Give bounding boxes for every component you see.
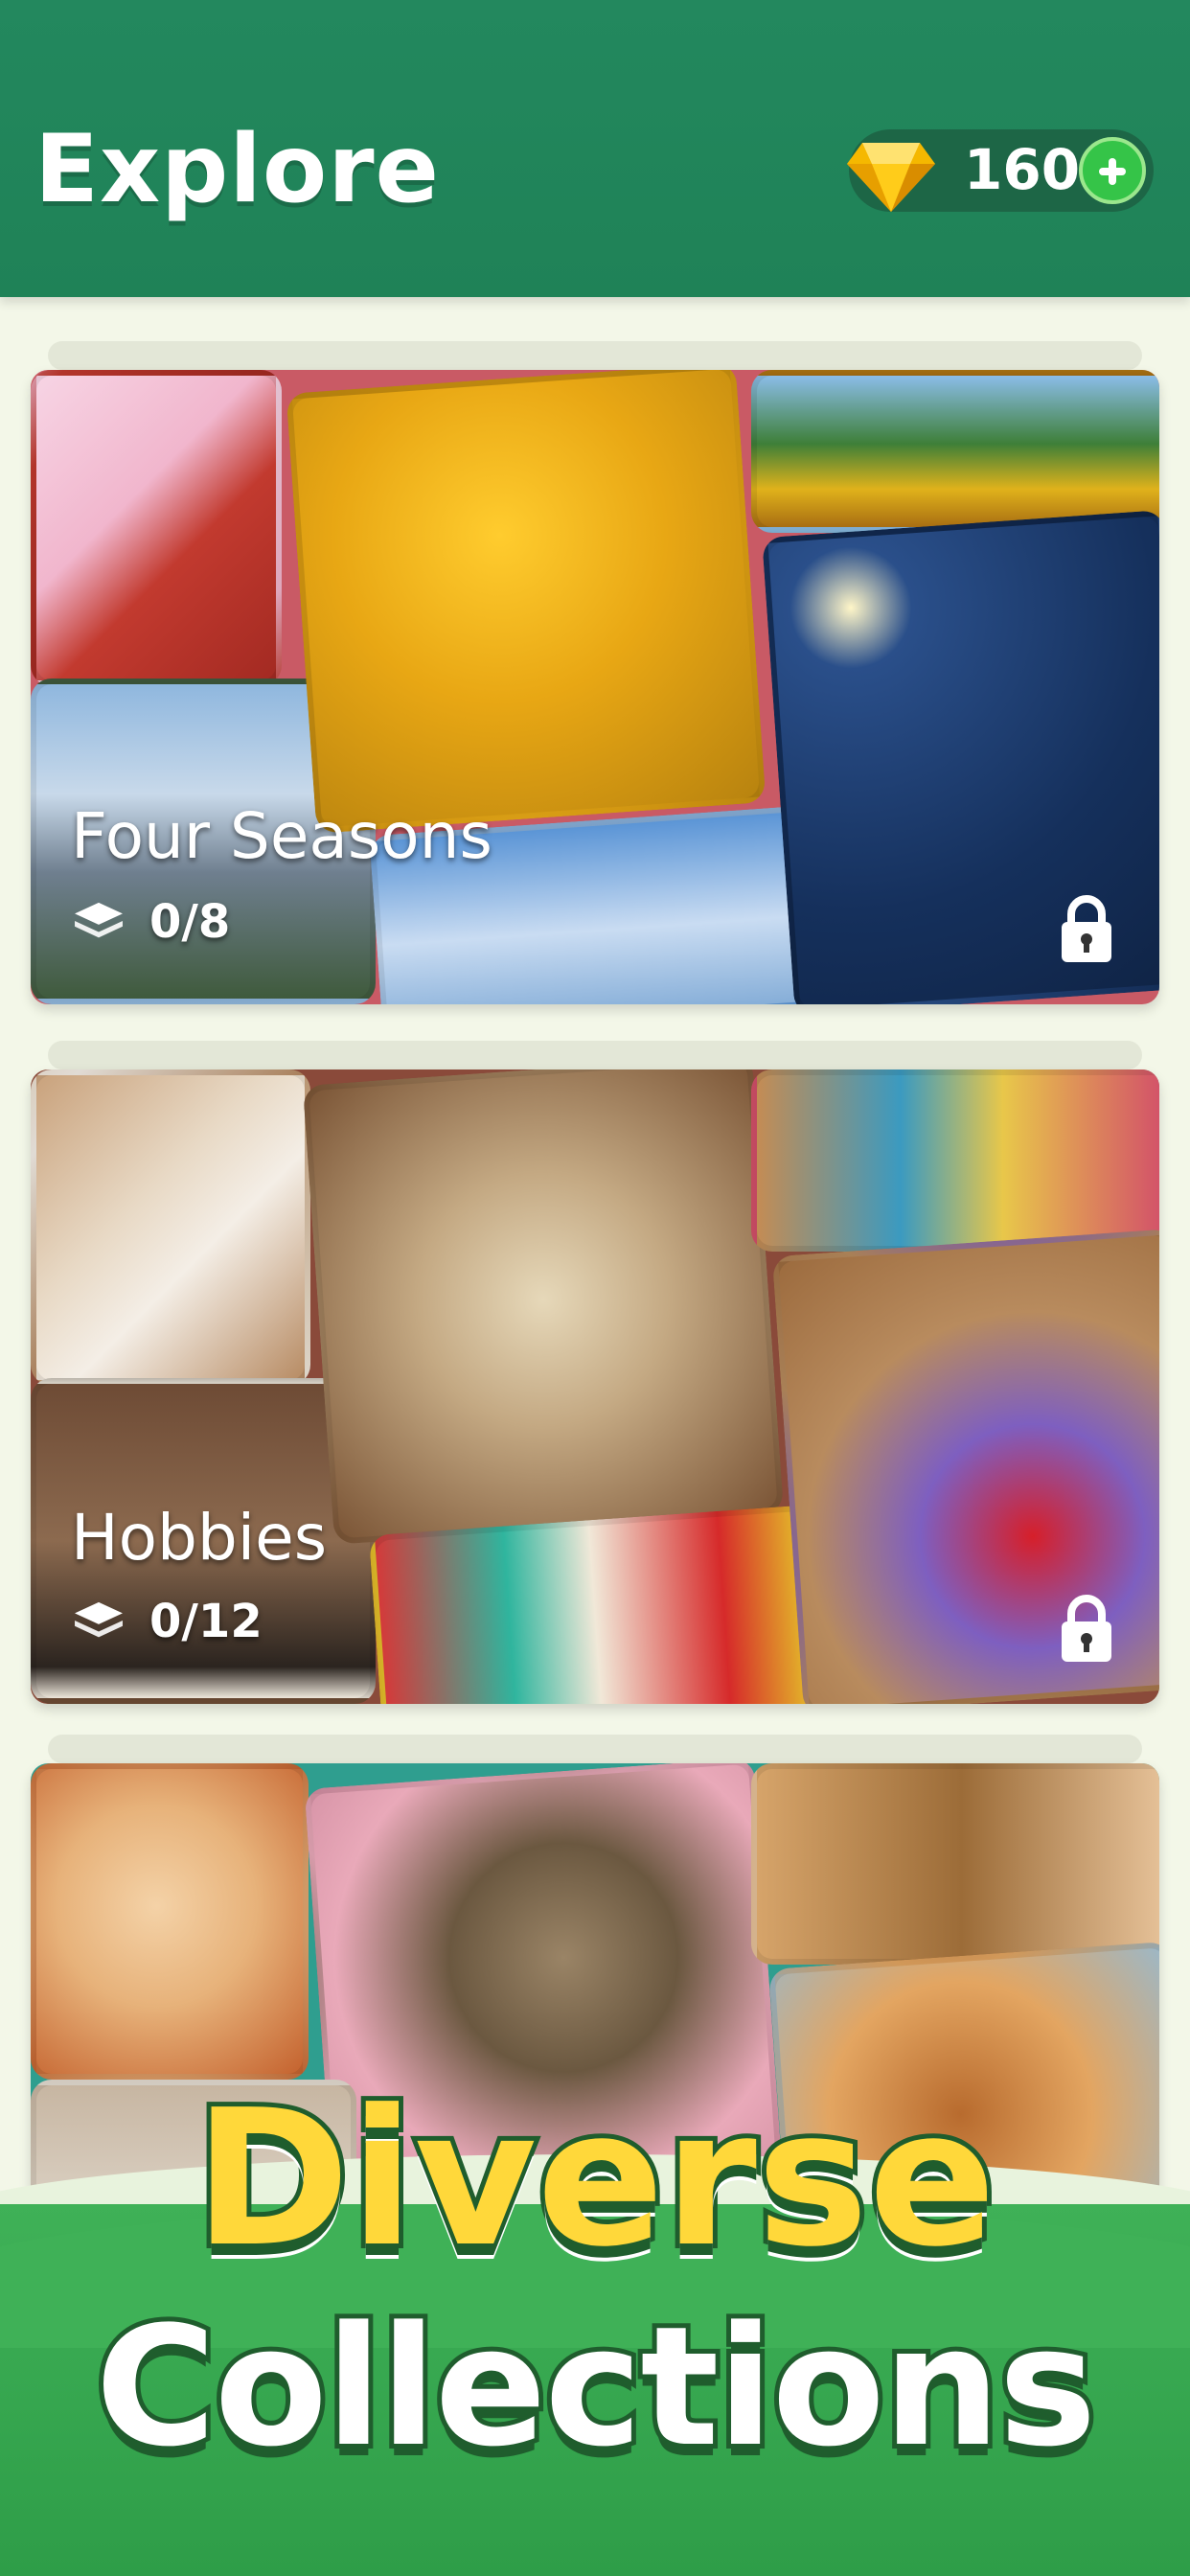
card-stack-shadow	[48, 341, 1142, 370]
gem-count: 160	[964, 137, 1081, 202]
collection-thumbnail	[751, 1763, 1159, 1965]
collection-thumbnail	[302, 1070, 785, 1545]
collection-thumbnail	[751, 1070, 1159, 1252]
lock-icon	[1062, 1595, 1111, 1662]
collection-thumbnail	[31, 1070, 310, 1386]
collection-title: Four Seasons	[71, 799, 492, 873]
collection-progress-value: 0/12	[149, 1595, 263, 1648]
collection-progress: 0/12	[71, 1595, 263, 1648]
collection-progress-value: 0/8	[149, 895, 231, 949]
promo-headline-line1: Diverse	[190, 2065, 1001, 2293]
collection-thumbnail	[286, 370, 767, 834]
collection-progress: 0/8	[71, 895, 230, 949]
promo-headline-line2: Collections	[90, 2286, 1101, 2488]
lock-icon	[1062, 895, 1111, 962]
card-stack-shadow	[48, 1735, 1142, 1763]
collection-card-four-seasons[interactable]: Four Seasons 0/8	[31, 370, 1159, 1004]
top-bar: Explore 160	[0, 0, 1190, 297]
gem-balance[interactable]: 160	[847, 129, 1154, 212]
collection-title: Hobbies	[71, 1501, 328, 1575]
gem-icon	[847, 143, 935, 212]
collection-thumbnail	[31, 370, 282, 686]
layers-icon	[75, 1601, 123, 1638]
add-gems-button[interactable]	[1079, 137, 1146, 204]
collection-thumbnail	[31, 1763, 309, 2080]
layers-icon	[75, 902, 123, 938]
collection-card-hobbies[interactable]: Hobbies 0/12	[31, 1070, 1159, 1704]
collection-thumbnail	[368, 1505, 824, 1704]
collection-thumbnail	[751, 370, 1159, 533]
page-title: Explore	[34, 115, 441, 224]
card-stack-shadow	[48, 1041, 1142, 1070]
